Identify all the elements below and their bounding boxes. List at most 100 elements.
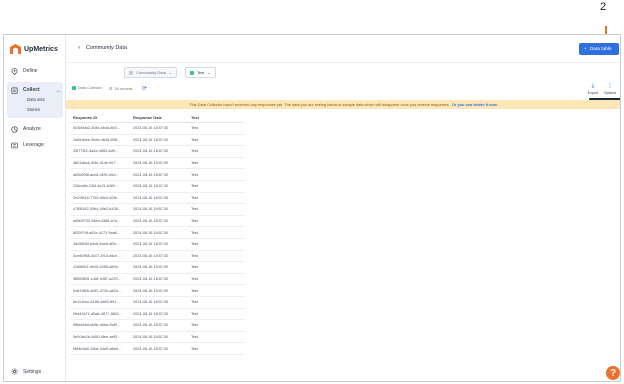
chevron-up-icon[interactable]: ︿ [56, 87, 61, 94]
delete-sample-data-link[interactable]: Or you can delete it now. [452, 102, 498, 107]
cell-response-id: 0e00ab2b-4d50-4fee-aef3… [73, 334, 121, 339]
export-button[interactable]: ⤓ Export [585, 83, 601, 95]
cell-test: Test [191, 334, 198, 339]
cell-response-date: 2024-08-15 18:57:30 [133, 242, 169, 247]
more-options-icon: ⋮ [607, 83, 613, 89]
table-row[interactable]: 2e29f916-7763-49e3-82fe… 2024-08-15 18:57… [70, 193, 244, 205]
table-row[interactable]: a69d09f8-aec8-4e91-b6d… 2024-08-15 18:57:… [70, 169, 244, 181]
cell-test: Test [191, 172, 198, 177]
cell-response-id: 3801a6c6-3f3e-414e-9e7… [73, 161, 120, 166]
table-row[interactable]: 33f77f42-3a2a-4583-8d9… 2024-08-15 18:57:… [70, 146, 244, 158]
table-row[interactable]: 0e00ab2b-4d50-4fee-aef3… 2024-08-15 18:57… [70, 332, 244, 344]
table-row[interactable]: 2a9ed4ee-0beb-4b45-808… 2024-08-15 18:57:… [70, 135, 244, 147]
cell-response-id: f964b9a0-10be-44a9-a6e6… [73, 346, 122, 351]
sidebar-item-label: Analyze [23, 126, 41, 132]
cell-response-id: 2e29f916-7763-49e3-82fe… [73, 195, 121, 200]
options-button[interactable]: ⋮ Options [602, 83, 618, 95]
table-row[interactable]: 003d0da2-3c8d-4b4a-8b3… 2024-08-15 18:57:… [70, 123, 244, 135]
column-header-test[interactable]: Test [188, 115, 244, 120]
data-table-button-label: Data table [589, 46, 612, 52]
cell-response-date: 2024-08-15 18:57:30 [133, 323, 169, 328]
table-row[interactable]: 6e1c1bcc-6186-4a69-891… 2024-08-15 18:57:… [70, 297, 244, 309]
table-row[interactable]: ad9b9733-28ed-4368-a7d… 2024-08-15 18:57:… [70, 216, 244, 228]
sidebar-subitem-data-sets[interactable]: Data sets [27, 97, 45, 102]
top-bar: ‹ Community Data + Data table [66, 35, 620, 63]
table-row[interactable]: 38659831-c16f-4487-a229… 2024-08-15 18:57… [70, 274, 244, 286]
sidebar-item-collect[interactable]: Collect [8, 85, 40, 95]
cell-test: Test [191, 323, 198, 328]
cell-response-id: 0f8eee6d-bb5b-4bea-9c8f… [73, 323, 121, 328]
cell-response-date: 2024-08-15 18:57:30 [133, 149, 169, 154]
export-label: Export [587, 91, 599, 95]
cell-response-id: 6e1c1bcc-6186-4a69-891… [73, 300, 121, 305]
upmetrics-logo[interactable]: UpMetrics [10, 44, 58, 54]
step-number-annotation: 2 [600, 1, 607, 13]
refresh-icon[interactable]: ⟳ [142, 85, 147, 92]
table-row[interactable]: 0f8eee6d-bb5b-4bea-9c8f… 2024-08-15 18:57… [70, 320, 244, 332]
cell-response-date: 2024-08-15 18:57:30 [133, 172, 169, 177]
cell-response-date: 2024-08-15 18:57:30 [133, 207, 169, 212]
table-row[interactable]: c755f162-93b4-49e2-b108… 2024-08-15 18:57… [70, 204, 244, 216]
table-row[interactable]: 3ced0988-3c07-4f15-a5ce… 2024-08-15 18:57… [70, 251, 244, 263]
table-row[interactable]: 3801a6c6-3f3e-414e-9e7… 2024-08-15 18:57:… [70, 158, 244, 170]
plus-icon: + [584, 46, 587, 52]
table-row[interactable]: 3dc5808f-d4cb-4ae6-af2e… 2024-08-15 18:57… [70, 239, 244, 251]
collector-icon [72, 86, 76, 90]
download-icon: ⤓ [591, 83, 595, 89]
sidebar-item-define[interactable]: Define [8, 66, 37, 76]
cell-test: Test [191, 149, 198, 154]
data-collector-filter[interactable]: Data Collector [72, 86, 102, 90]
help-button[interactable]: ? [606, 366, 620, 380]
tab-label: Test [197, 70, 205, 75]
data-collector-label: Data Collector [78, 86, 103, 90]
table-row[interactable]: 226ecffa-24f4-4e21-b0f9-… 2024-08-15 18:5… [70, 181, 244, 193]
cell-response-id: 06d42e71-d5a6-4877-8641… [73, 311, 123, 316]
cell-response-date: 2024-08-15 18:57:30 [133, 219, 169, 224]
table-row[interactable]: b4619f69-d087-4740-a634… 2024-08-15 18:57… [70, 285, 244, 297]
sidebar-item-analyze[interactable]: Analyze [8, 124, 41, 134]
sidebar-item-settings[interactable]: Settings [11, 368, 41, 375]
clipboard-icon [11, 87, 18, 94]
app-window: UpMetrics Define Collect ︿ Data sets Sto… [3, 34, 621, 382]
table-row[interactable]: 06d42e71-d5a6-4877-8641… 2024-08-15 18:57… [70, 309, 244, 321]
cell-test: Test [191, 137, 198, 142]
banner-text: This Data Collector hasn't received any … [189, 102, 450, 107]
table-row[interactable]: f964b9a0-10be-44a9-a6e6… 2024-08-15 18:57… [70, 343, 244, 355]
cell-response-date: 2024-08-15 18:57:30 [133, 253, 169, 258]
tab-community-data[interactable]: Community Data ⌄ [124, 67, 178, 78]
cell-response-id: 6f2097df-a92e-4171-9aa9… [73, 230, 121, 235]
table-header: Response ID Response Date Test [70, 113, 244, 123]
cell-response-date: 2024-08-15 18:57:30 [133, 311, 169, 316]
sidebar-section-collect: Collect ︿ Data sets Stories [7, 82, 63, 118]
column-header-response-date[interactable]: Response Date [130, 115, 188, 120]
tab-label: Community Data [136, 70, 166, 75]
cell-test: Test [191, 207, 198, 212]
table-row[interactable]: 11b5f0b1-9e05-4056-a60e… 2024-08-15 18:57… [70, 262, 244, 274]
sidebar-item-leverage[interactable]: Leverage [8, 140, 44, 150]
sidebar-item-label: Collect [23, 87, 40, 93]
sidebar-item-label: Leverage [23, 142, 44, 148]
location-pin-icon [11, 67, 18, 75]
data-table-button[interactable]: + Data table [579, 43, 619, 55]
cell-response-date: 2024-08-15 18:57:30 [133, 195, 169, 200]
cell-response-id: a69d09f8-aec8-4e91-b6d… [73, 172, 120, 177]
upmetrics-logo-icon [10, 44, 21, 54]
records-count: ☰ 18 records [109, 86, 132, 92]
cell-response-date: 2024-08-15 18:57:30 [133, 334, 169, 339]
chevron-down-icon: ⌄ [207, 70, 211, 75]
column-header-response-id[interactable]: Response ID [70, 115, 130, 120]
cell-test: Test [191, 242, 198, 247]
cell-test: Test [191, 253, 198, 258]
cell-response-id: 003d0da2-3c8d-4b4a-8b3… [73, 126, 121, 131]
back-arrow-icon[interactable]: ‹ [78, 45, 80, 51]
tab-test[interactable]: Test ⌄ [185, 67, 216, 78]
table-row[interactable]: 6f2097df-a92e-4171-9aa9… 2024-08-15 18:57… [70, 227, 244, 239]
cell-response-date: 2024-08-15 18:57:30 [133, 161, 169, 166]
sidebar-subitem-stories[interactable]: Stories [27, 107, 40, 112]
brand-name: UpMetrics [24, 45, 58, 53]
tab-color-swatch [129, 70, 133, 75]
tab-color-swatch [190, 70, 194, 75]
cell-response-date: 2024-08-15 18:57:30 [133, 230, 169, 235]
cell-response-id: 38659831-c16f-4487-a229… [73, 277, 122, 282]
cell-test: Test [191, 195, 198, 200]
